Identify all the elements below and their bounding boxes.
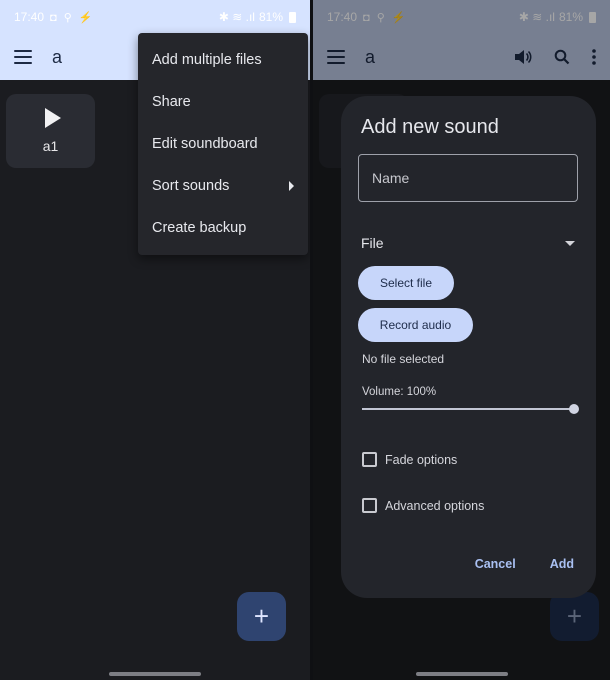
add-button[interactable]: Add bbox=[550, 557, 574, 571]
volume-slider-fill bbox=[362, 408, 574, 410]
submenu-arrow-icon bbox=[289, 181, 294, 191]
fade-options-row[interactable]: Fade options bbox=[362, 452, 457, 467]
add-sound-button[interactable]: + bbox=[237, 592, 286, 641]
name-field[interactable]: Name bbox=[358, 154, 578, 202]
sound-tile[interactable]: a1 bbox=[6, 94, 95, 168]
dialog-actions: Cancel Add bbox=[475, 557, 574, 571]
advanced-options-checkbox[interactable] bbox=[362, 498, 377, 513]
menu-icon[interactable] bbox=[14, 50, 32, 64]
menu-item-label: Share bbox=[152, 94, 191, 110]
signal-icons: ✱ ≋ .ıl bbox=[218, 10, 255, 24]
file-status: No file selected bbox=[362, 352, 445, 366]
select-file-button[interactable]: Select file bbox=[358, 266, 454, 300]
name-placeholder: Name bbox=[372, 170, 410, 186]
sound-tile-label: a1 bbox=[42, 138, 59, 154]
volume-slider[interactable] bbox=[362, 404, 579, 414]
menu-item-label: Create backup bbox=[152, 220, 247, 236]
fade-options-checkbox[interactable] bbox=[362, 452, 377, 467]
dialog-screen: 17:40 ◘ ⚲ ⚡ ✱ ≋ .ıl 81% a + Add new soun… bbox=[313, 0, 610, 680]
menu-item-label: Sort sounds bbox=[152, 178, 230, 194]
fade-options-label: Fade options bbox=[385, 452, 458, 467]
menu-item-label: Edit soundboard bbox=[152, 136, 258, 152]
file-label: File bbox=[361, 235, 384, 251]
advanced-options-row[interactable]: Advanced options bbox=[362, 498, 484, 513]
dropdown-arrow-icon bbox=[565, 240, 575, 246]
menu-item-label: Add multiple files bbox=[152, 52, 262, 68]
gesture-bar[interactable] bbox=[109, 672, 201, 676]
volume-slider-thumb[interactable] bbox=[569, 404, 579, 414]
main-screen: 17:40 ◘ ⚲ ⚡ ✱ ≋ .ıl 81% a a1 Add multipl… bbox=[0, 0, 310, 680]
add-sound-dialog: Add new sound Name File Select file Reco… bbox=[341, 96, 596, 598]
dialog-title: Add new sound bbox=[361, 116, 499, 138]
status-right: ✱ ≋ .ıl 81% bbox=[219, 10, 296, 24]
gesture-bar[interactable] bbox=[415, 672, 508, 676]
menu-item-edit-soundboard[interactable]: Edit soundboard bbox=[138, 123, 308, 165]
menu-item-share[interactable]: Share bbox=[138, 81, 308, 123]
volume-label: Volume: 100% bbox=[362, 386, 437, 398]
overflow-menu: Add multiple files Share Edit soundboard… bbox=[138, 33, 308, 255]
cancel-button[interactable]: Cancel bbox=[475, 557, 516, 571]
menu-item-add-multiple-files[interactable]: Add multiple files bbox=[138, 39, 308, 81]
file-dropdown[interactable]: File bbox=[361, 235, 575, 251]
menu-item-sort-sounds[interactable]: Sort sounds bbox=[138, 165, 308, 207]
battery-percent: 81% bbox=[258, 10, 283, 24]
record-audio-button[interactable]: Record audio bbox=[358, 308, 473, 342]
battery-icon bbox=[289, 11, 296, 23]
notification-icons: ◘ ⚲ ⚡ bbox=[50, 11, 95, 24]
page-title: a bbox=[52, 46, 63, 67]
status-bar: 17:40 ◘ ⚲ ⚡ ✱ ≋ .ıl 81% bbox=[0, 0, 310, 34]
menu-item-create-backup[interactable]: Create backup bbox=[138, 207, 308, 249]
advanced-options-label: Advanced options bbox=[385, 498, 485, 513]
play-icon bbox=[44, 108, 61, 128]
status-time: 17:40 bbox=[14, 10, 45, 24]
